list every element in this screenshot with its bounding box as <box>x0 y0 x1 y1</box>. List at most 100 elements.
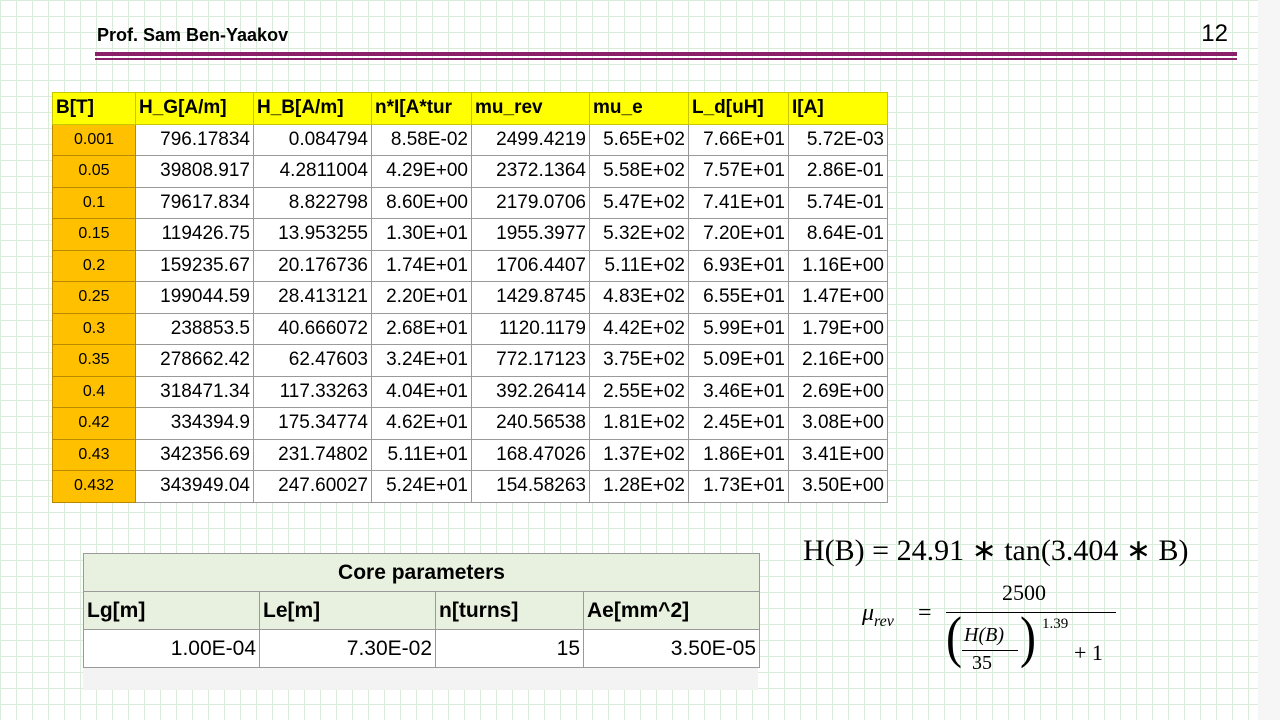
table-cell: 5.72E-03 <box>788 123 888 156</box>
table-cell: 1.30E+01 <box>371 218 472 251</box>
b-value-cell: 0.25 <box>52 281 136 314</box>
table-cell: 318471.34 <box>135 375 254 408</box>
table-cell: 2.16E+00 <box>788 344 888 377</box>
core-parameter-value: 15 <box>435 629 584 668</box>
table-cell: 2.20E+01 <box>371 281 472 314</box>
table-cell: 4.2811004 <box>253 155 372 188</box>
core-parameter-value: 1.00E-04 <box>83 629 260 668</box>
table-cell: 79617.834 <box>135 186 254 219</box>
core-parameter-value: 7.30E-02 <box>259 629 436 668</box>
table-cell: 1.47E+00 <box>788 281 888 314</box>
table-cell: 2372.1364 <box>471 155 590 188</box>
table-cell: 3.41E+00 <box>788 438 888 471</box>
bh-data-table: B[T] H_G[A/m] H_B[A/m] n*I[A*tur mu_rev mu_e L… <box>52 92 888 503</box>
table-cell: 3.50E+00 <box>788 470 888 503</box>
inner-numerator: H(B) <box>964 624 1004 646</box>
right-paren: ) <box>1020 605 1036 670</box>
table-cell: 5.47E+02 <box>589 186 689 219</box>
mu-rev-equals: = <box>918 600 932 626</box>
table-cell: 238853.5 <box>135 312 254 345</box>
table-cell: 5.11E+01 <box>371 438 472 471</box>
b-value-cell: 0.2 <box>52 249 136 282</box>
table-row: 0.25 199044.59 28.413121 2.20E+01 1429.8745 4… <box>52 281 888 314</box>
table-row: 0.43 342356.69 231.74802 5.11E+01 168.47026 1… <box>52 438 888 471</box>
table-cell: 1955.3977 <box>471 218 590 251</box>
b-value-cell: 0.1 <box>52 186 136 219</box>
mu-rev-symbol: μrev <box>862 600 894 630</box>
slide-header: Prof. Sam Ben-Yaakov 12 <box>0 0 1258 70</box>
table-cell: 5.99E+01 <box>688 312 789 345</box>
table-cell: 1.37E+02 <box>589 438 689 471</box>
table-cell: 342356.69 <box>135 438 254 471</box>
table-cell: 1.79E+00 <box>788 312 888 345</box>
table-cell: 8.58E-02 <box>371 123 472 156</box>
b-value-cell: 0.35 <box>52 344 136 377</box>
table-cell: 4.04E+01 <box>371 375 472 408</box>
core-parameter-label: Lg[m] <box>83 591 260 630</box>
table-cell: 3.24E+01 <box>371 344 472 377</box>
table-cell: 1706.4407 <box>471 249 590 282</box>
table-cell: 159235.67 <box>135 249 254 282</box>
table-row: 0.42 334394.9 175.34774 4.62E+01 240.56538 1.… <box>52 407 888 440</box>
column-header: H_G[A/m] <box>135 92 254 125</box>
table-cell: 240.56538 <box>471 407 590 440</box>
table-row: 0.05 39808.917 4.2811004 4.29E+00 2372.1364 5… <box>52 155 888 188</box>
table-cell: 1.86E+01 <box>688 438 789 471</box>
exponent: 1.39 <box>1042 616 1069 632</box>
column-header: mu_rev <box>471 92 590 125</box>
core-parameter-value: 3.50E-05 <box>583 629 760 668</box>
table-cell: 13.953255 <box>253 218 372 251</box>
table-cell: 1.73E+01 <box>688 470 789 503</box>
inner-denominator: 35 <box>972 652 992 674</box>
column-header: I[A] <box>788 92 888 125</box>
formula-h-of-b: H(B) = 24.91 ∗ tan(3.404 ∗ B) <box>803 534 1189 567</box>
core-parameter-label: n[turns] <box>435 591 584 630</box>
table-cell: 119426.75 <box>135 218 254 251</box>
table-cell: 6.93E+01 <box>688 249 789 282</box>
b-value-cell: 0.4 <box>52 375 136 408</box>
table-cell: 2.68E+01 <box>371 312 472 345</box>
table-row: 0.35 278662.42 62.47603 3.24E+01 772.17123 3.… <box>52 344 888 377</box>
table-cell: 8.64E-01 <box>788 218 888 251</box>
table-row: 0.15 119426.75 13.953255 1.30E+01 1955.3977 5… <box>52 218 888 251</box>
table-cell: 5.09E+01 <box>688 344 789 377</box>
column-header: mu_e <box>589 92 689 125</box>
right-edge-strip <box>1258 0 1280 720</box>
column-header: L_d[uH] <box>688 92 789 125</box>
b-value-cell: 0.432 <box>52 470 136 503</box>
table-cell: 7.57E+01 <box>688 155 789 188</box>
table-cell: 7.66E+01 <box>688 123 789 156</box>
table-cell: 175.34774 <box>253 407 372 440</box>
table-cell: 278662.42 <box>135 344 254 377</box>
table-row: 0.2 159235.67 20.176736 1.74E+01 1706.4407 5.… <box>52 249 888 282</box>
empty-spreadsheet-row <box>83 668 758 690</box>
b-value-cell: 0.05 <box>52 155 136 188</box>
table-cell: 4.29E+00 <box>371 155 472 188</box>
table-cell: 3.46E+01 <box>688 375 789 408</box>
table-cell: 5.24E+01 <box>371 470 472 503</box>
table-cell: 2179.0706 <box>471 186 590 219</box>
table-cell: 1120.1179 <box>471 312 590 345</box>
core-parameters-header-row: Lg[m] Le[m] n[turns] Ae[mm^2] <box>83 591 760 630</box>
table-row: 0.1 79617.834 8.822798 8.60E+00 2179.0706 5.4… <box>52 186 888 219</box>
table-cell: 3.08E+00 <box>788 407 888 440</box>
table-cell: 2.86E-01 <box>788 155 888 188</box>
table-header-row: B[T] H_G[A/m] H_B[A/m] n*I[A*tur mu_rev mu_e L… <box>52 92 888 125</box>
table-cell: 39808.917 <box>135 155 254 188</box>
table-cell: 6.55E+01 <box>688 281 789 314</box>
table-cell: 247.60027 <box>253 470 372 503</box>
table-cell: 5.32E+02 <box>589 218 689 251</box>
table-cell: 8.60E+00 <box>371 186 472 219</box>
table-cell: 772.17123 <box>471 344 590 377</box>
core-parameter-label: Le[m] <box>259 591 436 630</box>
table-cell: 2.69E+00 <box>788 375 888 408</box>
header-rule-thin <box>95 58 1237 60</box>
plus-one: + 1 <box>1074 640 1103 665</box>
table-cell: 4.83E+02 <box>589 281 689 314</box>
table-cell: 20.176736 <box>253 249 372 282</box>
table-cell: 5.74E-01 <box>788 186 888 219</box>
table-body: 0.001 796.17834 0.084794 8.58E-02 2499.4219 5… <box>52 123 888 503</box>
column-header: H_B[A/m] <box>253 92 372 125</box>
table-cell: 2.55E+02 <box>589 375 689 408</box>
table-cell: 2499.4219 <box>471 123 590 156</box>
